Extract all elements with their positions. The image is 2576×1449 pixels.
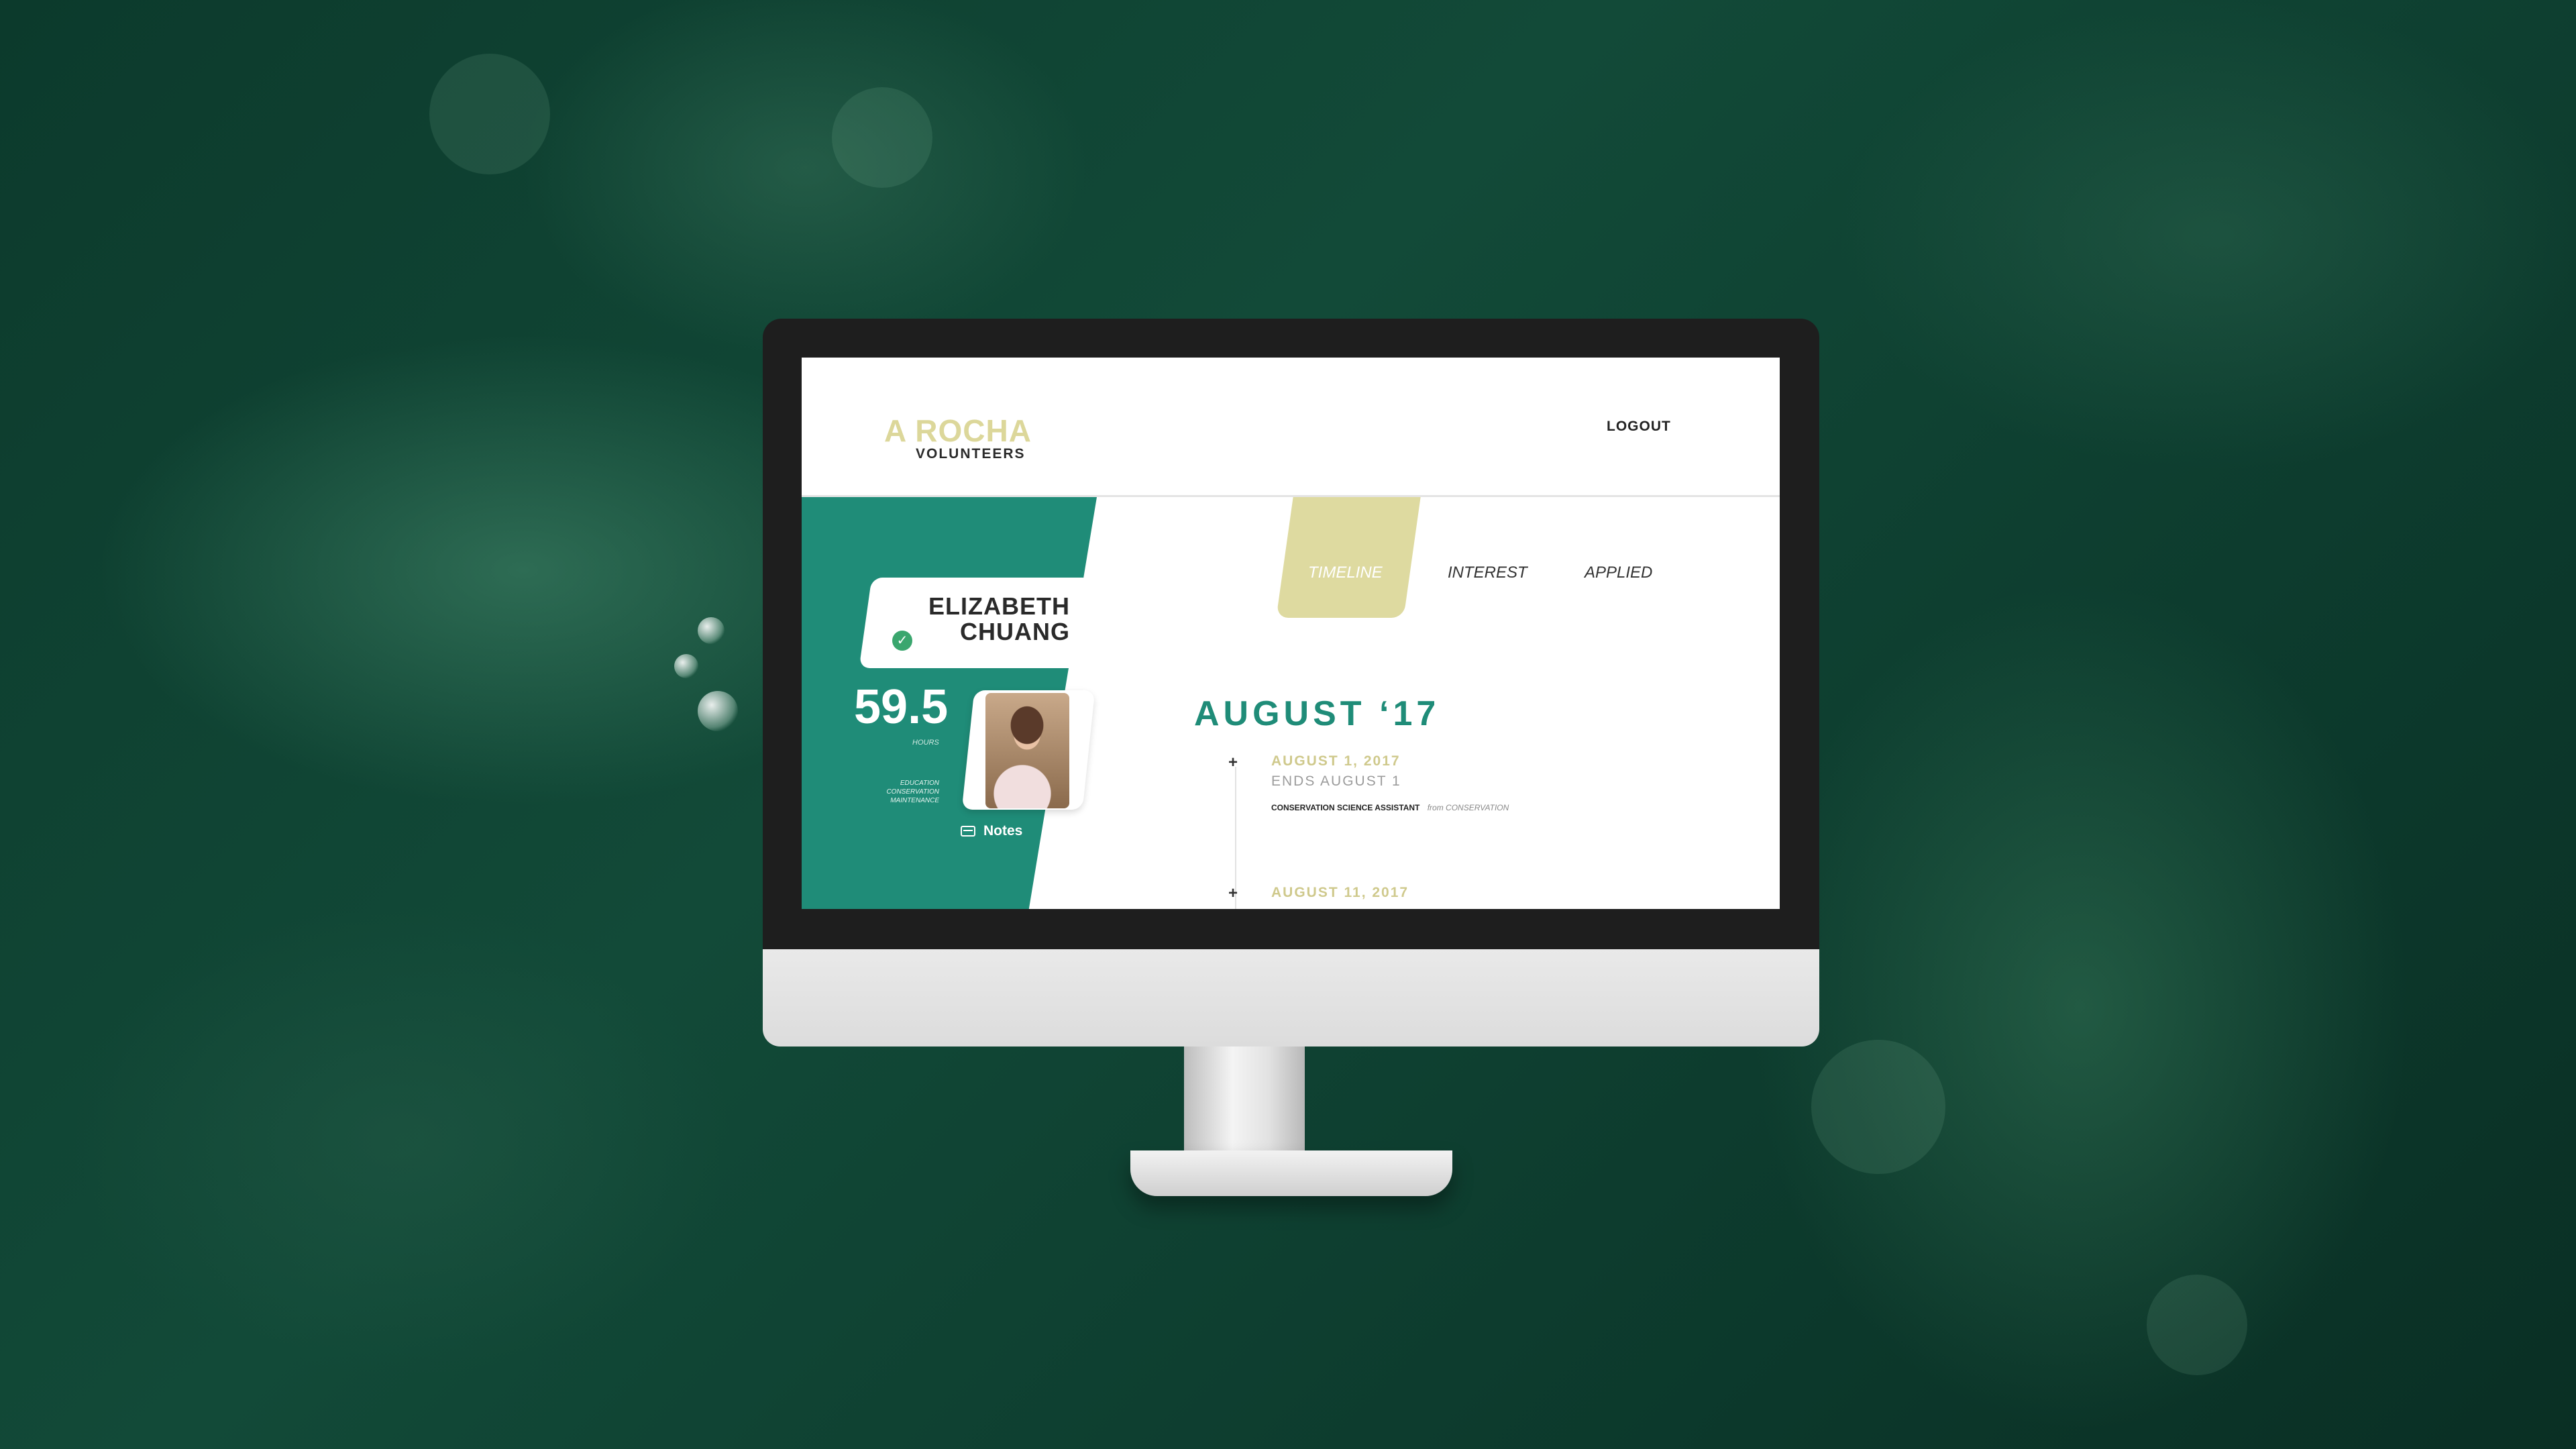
event-role-title: CONSERVATION SCIENCE ASSISTANT <box>1271 803 1420 812</box>
name-last: CHUANG <box>960 618 1070 645</box>
expand-plus-icon[interactable]: + <box>1228 884 1238 903</box>
background-bokeh <box>1811 1040 1945 1174</box>
water-drop <box>698 691 738 731</box>
hours-value: 59.5 <box>854 680 949 734</box>
tab-applied[interactable]: APPLIED <box>1585 564 1652 582</box>
event-department: from CONSERVATION <box>1427 803 1509 812</box>
tag-maintenance: MAINTENANCE <box>890 797 939 804</box>
expand-plus-icon[interactable]: + <box>1228 753 1238 772</box>
background-bokeh <box>2147 1275 2247 1375</box>
logout-button[interactable]: LOGOUT <box>1607 419 1671 435</box>
active-tab-indicator <box>1276 497 1421 618</box>
app-screen: A ROCHA VOLUNTEERS LOGOUT ✓ ELIZABETH CH… <box>802 358 1780 909</box>
interest-tags: EDUCATION CONSERVATION MAINTENANCE <box>865 779 939 805</box>
timeline-month: AUGUST ‘17 <box>1194 694 1440 733</box>
app-header: A ROCHA VOLUNTEERS LOGOUT <box>802 358 1780 497</box>
water-drop <box>674 654 698 678</box>
background-bokeh <box>832 87 932 188</box>
tab-interest[interactable]: INTEREST <box>1448 564 1527 582</box>
event-date: AUGUST 1, 2017 <box>1271 753 1401 769</box>
background-bokeh <box>429 54 550 174</box>
notes-button[interactable]: Notes <box>961 823 1022 839</box>
brand-logo[interactable]: A ROCHA <box>884 413 1032 449</box>
monitor-chin <box>763 949 1819 1046</box>
tag-conservation: CONSERVATION <box>886 788 939 796</box>
notes-label: Notes <box>983 823 1023 839</box>
event-role[interactable]: CONSERVATION SCIENCE ASSISTANT from CONS… <box>1271 803 1509 812</box>
tag-education: EDUCATION <box>900 780 939 787</box>
monitor-base <box>1130 1150 1452 1196</box>
event-date: AUGUST 11, 2017 <box>1271 885 1409 900</box>
check-circle-icon: ✓ <box>892 631 912 651</box>
envelope-icon <box>961 826 975 837</box>
tab-timeline[interactable]: TIMELINE <box>1308 564 1383 582</box>
volunteer-name: ELIZABETH CHUANG <box>922 594 1070 645</box>
water-drop <box>698 617 724 644</box>
name-first: ELIZABETH <box>928 592 1070 620</box>
event-end-date: ENDS AUGUST 1 <box>1271 773 1401 789</box>
avatar[interactable] <box>985 693 1069 808</box>
brand-subtitle: VOLUNTEERS <box>916 446 1026 462</box>
hours-label: HOURS <box>912 739 939 747</box>
